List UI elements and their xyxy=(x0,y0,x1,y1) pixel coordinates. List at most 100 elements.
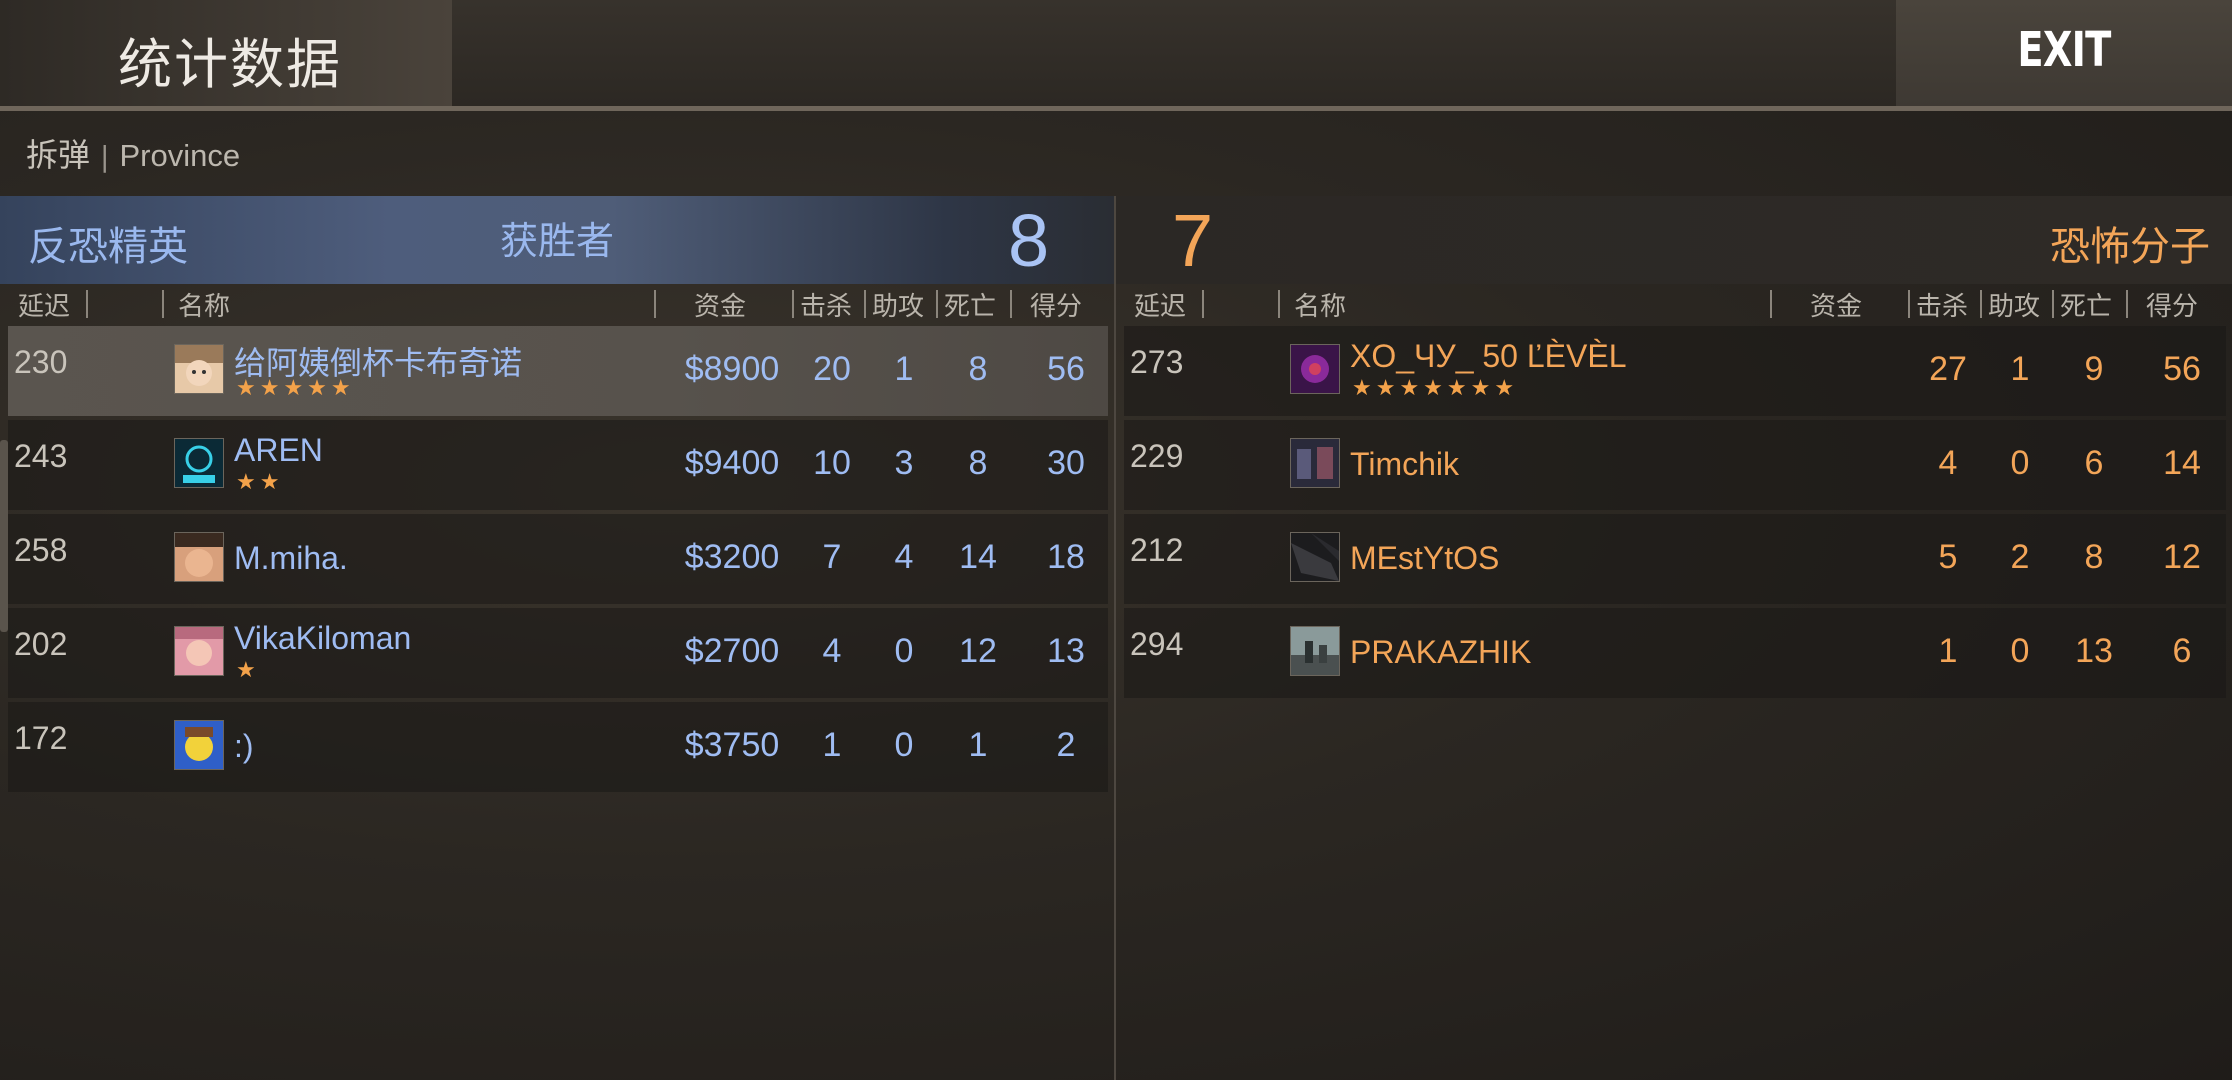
col-divider xyxy=(162,290,164,318)
player-kills: 10 xyxy=(813,444,851,482)
rank-stars: ★★★★★★★ xyxy=(1352,376,1519,401)
col-deaths: 死亡 xyxy=(944,292,997,322)
t-column-headers: 延迟 名称 资金 击杀 助攻 死亡 得分 xyxy=(1116,286,2230,322)
match-info: 拆弹 | Province xyxy=(26,130,240,176)
player-score: 14 xyxy=(2163,444,2201,482)
avatar xyxy=(1290,438,1340,488)
player-assists: 0 xyxy=(2010,444,2030,482)
player-name[interactable]: Timchik xyxy=(1350,446,1459,483)
t-team-header: 7 恐怖分子 xyxy=(1116,196,2232,284)
avatar xyxy=(174,720,224,770)
col-assists: 助攻 xyxy=(1988,292,2041,322)
table-row[interactable]: 258 M.miha. $3200 7 4 14 18 xyxy=(8,514,1108,604)
col-divider xyxy=(2126,290,2128,318)
col-divider xyxy=(792,290,794,318)
player-score: 56 xyxy=(2163,350,2201,388)
player-assists: 0 xyxy=(2010,632,2030,670)
separator: | xyxy=(100,140,110,173)
player-name[interactable]: XO_ЧУ_ 50 ĽÈVÈL xyxy=(1350,338,1626,375)
player-ping: 243 xyxy=(14,438,68,474)
table-row[interactable]: 229 Timchik 4 0 6 14 xyxy=(1124,420,2226,510)
player-kills: 20 xyxy=(813,350,851,388)
player-name[interactable]: :) xyxy=(234,728,254,765)
player-name[interactable]: M.miha. xyxy=(234,540,348,577)
col-divider xyxy=(1278,290,1280,318)
player-assists: 1 xyxy=(2010,350,2030,388)
player-ping: 212 xyxy=(1130,532,1184,568)
player-deaths: 8 xyxy=(2084,538,2104,576)
table-row[interactable]: 230 给阿姨倒杯卡布奇诺 ★★★★★ $8900 20 1 8 56 xyxy=(8,326,1108,416)
player-ping: 202 xyxy=(14,626,68,662)
player-name[interactable]: MEstYtOS xyxy=(1350,540,1499,577)
avatar xyxy=(1290,344,1340,394)
player-ping: 230 xyxy=(14,344,68,380)
col-divider xyxy=(936,290,938,318)
ct-team-header: 反恐精英 获胜者 8 xyxy=(0,196,1114,284)
t-team-score: 7 xyxy=(1172,199,1214,282)
player-assists: 0 xyxy=(894,632,914,670)
col-money: 资金 xyxy=(694,292,747,322)
player-kills: 5 xyxy=(1938,538,1958,576)
col-divider xyxy=(1908,290,1910,318)
player-ping: 172 xyxy=(14,720,68,756)
player-kills: 1 xyxy=(822,726,842,764)
player-score: 2 xyxy=(1056,726,1076,764)
exit-button[interactable]: EXIT xyxy=(1896,0,2232,106)
col-divider xyxy=(654,290,656,318)
col-kills: 击杀 xyxy=(800,292,853,322)
player-score: 12 xyxy=(2163,538,2201,576)
avatar xyxy=(1290,532,1340,582)
top-bar: 统计数据 EXIT xyxy=(0,0,2232,111)
table-row[interactable]: 212 MEstYtOS 5 2 8 12 xyxy=(1124,514,2226,604)
player-kills: 7 xyxy=(822,538,842,576)
table-row[interactable]: 243 AREN ★★ $9400 10 3 8 30 xyxy=(8,420,1108,510)
player-ping: 294 xyxy=(1130,626,1184,662)
player-deaths: 14 xyxy=(959,538,997,576)
map-name: Province xyxy=(119,138,241,173)
player-deaths: 1 xyxy=(968,726,988,764)
player-assists: 0 xyxy=(894,726,914,764)
table-row[interactable]: 202 VikaKiloman ★ $2700 4 0 12 13 xyxy=(8,608,1108,698)
player-score: 13 xyxy=(1047,632,1085,670)
player-score: 56 xyxy=(1047,350,1085,388)
col-divider xyxy=(86,290,88,318)
col-divider xyxy=(864,290,866,318)
team-divider xyxy=(1114,196,1116,1080)
rank-stars: ★★ xyxy=(236,470,284,495)
avatar xyxy=(174,438,224,488)
page-title: 统计数据 xyxy=(118,33,342,96)
player-deaths: 8 xyxy=(968,444,988,482)
t-team-name: 恐怖分子 xyxy=(2050,224,2210,270)
player-money: $8900 xyxy=(684,350,780,388)
player-kills: 4 xyxy=(1938,444,1958,482)
player-name[interactable]: PRAKAZHIK xyxy=(1350,634,1531,671)
player-money: $9400 xyxy=(684,444,780,482)
player-name[interactable]: VikaKiloman xyxy=(234,620,411,657)
game-mode: 拆弹 xyxy=(26,136,91,174)
exit-label: EXIT xyxy=(2017,22,2111,78)
player-name[interactable]: AREN xyxy=(234,432,323,469)
rank-stars: ★ xyxy=(236,658,260,683)
ct-column-headers: 延迟 名称 资金 击杀 助攻 死亡 得分 xyxy=(0,286,1114,322)
col-divider xyxy=(2052,290,2054,318)
player-deaths: 12 xyxy=(959,632,997,670)
table-row[interactable]: 294 PRAKAZHIK 1 0 13 6 xyxy=(1124,608,2226,698)
col-divider xyxy=(1202,290,1204,318)
col-ping: 延迟 xyxy=(1134,292,1187,322)
table-row[interactable]: 172 :) $3750 1 0 1 2 xyxy=(8,702,1108,792)
rank-stars: ★★★★★ xyxy=(236,376,355,401)
col-deaths: 死亡 xyxy=(2060,292,2113,322)
player-assists: 2 xyxy=(2010,538,2030,576)
player-assists: 3 xyxy=(894,444,914,482)
ct-team-score: 8 xyxy=(1008,199,1050,282)
col-name: 名称 xyxy=(178,292,231,322)
player-score: 6 xyxy=(2172,632,2192,670)
player-money: $2700 xyxy=(684,632,780,670)
col-name: 名称 xyxy=(1294,292,1347,322)
col-kills: 击杀 xyxy=(1916,292,1969,322)
scroll-handle[interactable] xyxy=(0,440,8,632)
col-assists: 助攻 xyxy=(872,292,925,322)
table-row[interactable]: 273 XO_ЧУ_ 50 ĽÈVÈL ★★★★★★★ 27 1 9 56 xyxy=(1124,326,2226,416)
player-assists: 4 xyxy=(894,538,914,576)
avatar xyxy=(174,532,224,582)
